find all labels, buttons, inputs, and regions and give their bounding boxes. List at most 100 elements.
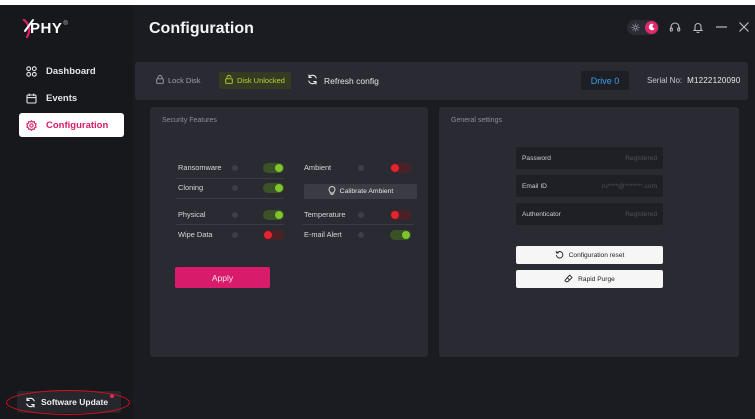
feature-temperature: Temperature: [304, 208, 364, 221]
lock-disk-label: Lock Disk: [168, 76, 201, 85]
logo-mark-icon: [22, 18, 34, 38]
moon-icon: [645, 20, 658, 34]
info-icon: [232, 231, 238, 238]
feature-label: Ambient: [304, 163, 332, 172]
feature-wipe-data: Wipe Data: [178, 228, 238, 241]
toggle-knob: [391, 164, 399, 172]
info-icon: [232, 211, 238, 218]
info-icon: [232, 164, 238, 171]
security-features-panel: Security Features Ransomware Cloning Phy…: [150, 107, 428, 357]
feature-label: E-mail Alert: [304, 230, 342, 239]
divider: [176, 224, 284, 225]
info-icon: [358, 211, 364, 218]
info-icon: [358, 231, 364, 238]
toggle-knob: [264, 231, 272, 239]
password-field[interactable]: Password Registered: [516, 147, 663, 169]
apply-button[interactable]: Apply: [175, 267, 270, 288]
calendar-icon: [25, 92, 38, 105]
physical-toggle[interactable]: [263, 210, 284, 220]
minimize-icon[interactable]: [714, 20, 728, 34]
cloning-toggle[interactable]: [263, 183, 284, 193]
configuration-reset-label: Configuration reset: [568, 251, 625, 259]
temperature-toggle[interactable]: [390, 210, 411, 220]
disk-unlocked-button[interactable]: Disk Unlocked: [219, 72, 291, 89]
grid-icon: [25, 65, 38, 78]
field-label: Email ID: [522, 182, 547, 190]
feature-ambient: Ambient: [304, 161, 364, 174]
info-icon: [232, 184, 238, 191]
unlocked-padlock-icon: [225, 75, 233, 86]
authenticator-field[interactable]: Authenticator Registered: [516, 203, 663, 225]
bell-icon[interactable]: [691, 20, 705, 34]
sun-icon: [630, 22, 641, 33]
bulb-icon: [328, 186, 336, 197]
sidebar-item-label: Events: [46, 92, 78, 104]
lock-disk-button[interactable]: Lock Disk: [150, 72, 207, 89]
page-title: Configuration: [149, 20, 254, 37]
toggle-knob: [402, 231, 410, 239]
configuration-reset-button[interactable]: Configuration reset: [516, 246, 663, 264]
feature-label: Wipe Data: [178, 230, 213, 239]
close-icon[interactable]: [737, 20, 751, 34]
feature-ransomware: Ransomware: [178, 161, 238, 174]
ambient-toggle[interactable]: [390, 163, 411, 173]
wipe-data-toggle[interactable]: [263, 230, 284, 240]
toggle-knob: [275, 184, 283, 192]
feature-label: Temperature: [304, 210, 346, 219]
gear-icon: [25, 119, 38, 132]
calibrate-ambient-label: Calibrate Ambient: [339, 188, 394, 195]
serial-label: Serial No:: [647, 76, 683, 85]
serial-value: M1222120090: [687, 76, 741, 85]
theme-toggle[interactable]: [627, 19, 659, 35]
calibrate-ambient-button[interactable]: Calibrate Ambient: [304, 184, 417, 199]
disk-control-bar: Lock Disk Disk Unlocked Refresh config D…: [135, 62, 748, 100]
toggle-knob: [275, 164, 283, 172]
feature-physical: Physical: [178, 208, 238, 221]
field-label: Authenticator: [522, 210, 561, 218]
logo-registered-mark: ®: [63, 21, 68, 27]
email-field[interactable]: Email ID ru****@*******.com: [516, 175, 663, 197]
padlock-icon: [156, 75, 164, 86]
toggle-knob: [275, 211, 283, 219]
divider: [176, 198, 284, 199]
title-bar-controls: [627, 17, 755, 37]
refresh-icon: [307, 74, 318, 87]
field-value: ru****@*******.com: [601, 182, 657, 190]
divider: [176, 178, 284, 179]
toggle-knob: [391, 211, 399, 219]
refresh-config-button[interactable]: Refresh config: [307, 72, 379, 89]
field-value: Registered: [625, 210, 657, 218]
sidebar: PHY ® Dashboard Events Configuration Sof…: [0, 5, 133, 419]
email-alert-toggle[interactable]: [390, 230, 411, 240]
disk-unlocked-label: Disk Unlocked: [237, 76, 285, 85]
serial-number: Serial No: M1222120090: [647, 72, 740, 89]
ransomware-toggle[interactable]: [263, 163, 284, 173]
rapid-purge-button[interactable]: Rapid Purge: [516, 270, 663, 288]
app-window: PHY ® Dashboard Events Configuration Sof…: [0, 5, 755, 419]
headset-icon[interactable]: [668, 20, 682, 34]
sidebar-item-label: Dashboard: [46, 65, 96, 77]
sidebar-item-label: Configuration: [46, 119, 109, 131]
general-settings-title: General settings: [451, 117, 502, 124]
divider: [302, 224, 414, 225]
feature-cloning: Cloning: [178, 181, 238, 194]
info-icon: [358, 164, 364, 171]
sidebar-item-dashboard[interactable]: Dashboard: [19, 59, 124, 83]
annotation-circle: [6, 390, 130, 415]
feature-label: Physical: [178, 210, 206, 219]
main-content: Configuration Lock Disk Disk Unlocked Re…: [133, 5, 755, 419]
drive-selector[interactable]: Drive 0: [581, 71, 629, 90]
refresh-config-label: Refresh config: [324, 75, 379, 86]
sidebar-item-configuration[interactable]: Configuration: [19, 113, 124, 137]
general-settings-panel: General settings Password Registered Ema…: [439, 107, 739, 357]
logo: PHY ®: [22, 17, 68, 39]
reset-icon: [555, 250, 564, 261]
feature-label: Ransomware: [178, 163, 222, 172]
security-features-title: Security Features: [162, 117, 217, 124]
eraser-icon: [564, 274, 573, 285]
field-label: Password: [522, 154, 551, 162]
feature-label: Cloning: [178, 183, 204, 192]
sidebar-item-events[interactable]: Events: [19, 86, 124, 110]
field-value: Registered: [625, 154, 657, 162]
rapid-purge-label: Rapid Purge: [578, 275, 615, 283]
